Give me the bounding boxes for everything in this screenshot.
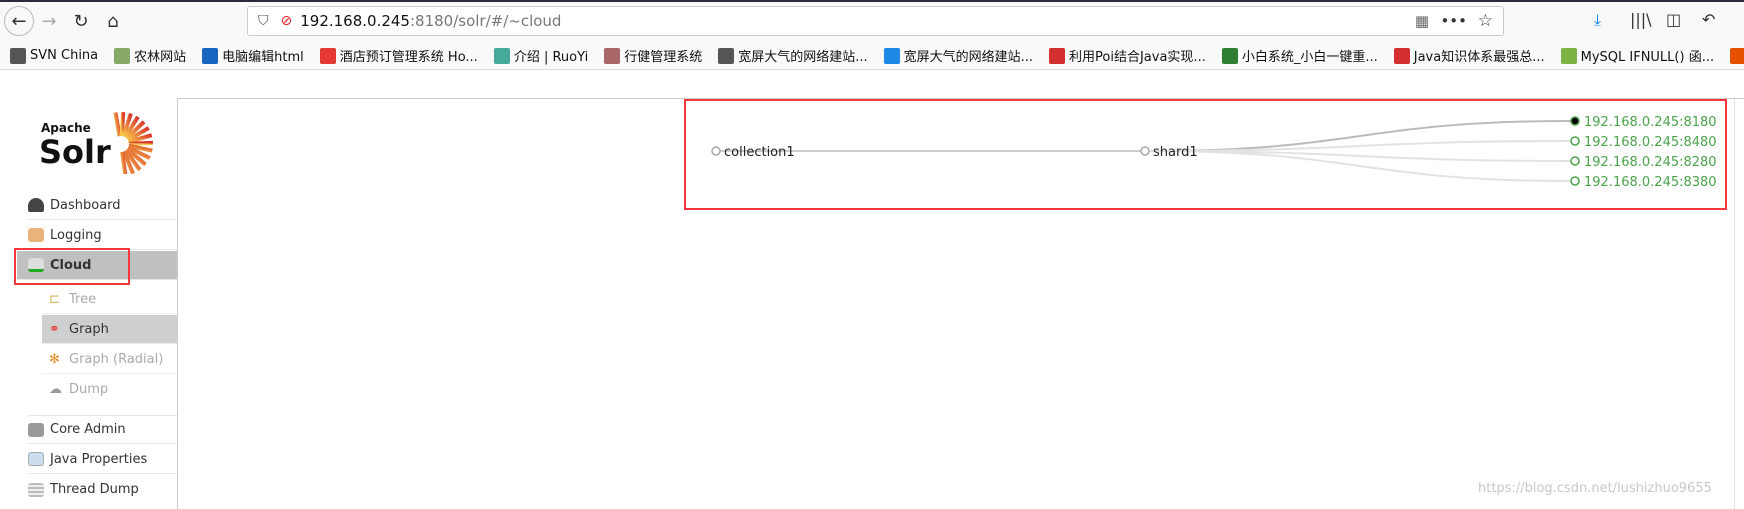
watermark: https://blog.csdn.net/lushizhuo9655 [1478,481,1712,496]
cloud-graph: collection1 shard1 192.168.0.245:8180192… [711,115,1717,190]
highlight-box-graph [684,99,1727,210]
